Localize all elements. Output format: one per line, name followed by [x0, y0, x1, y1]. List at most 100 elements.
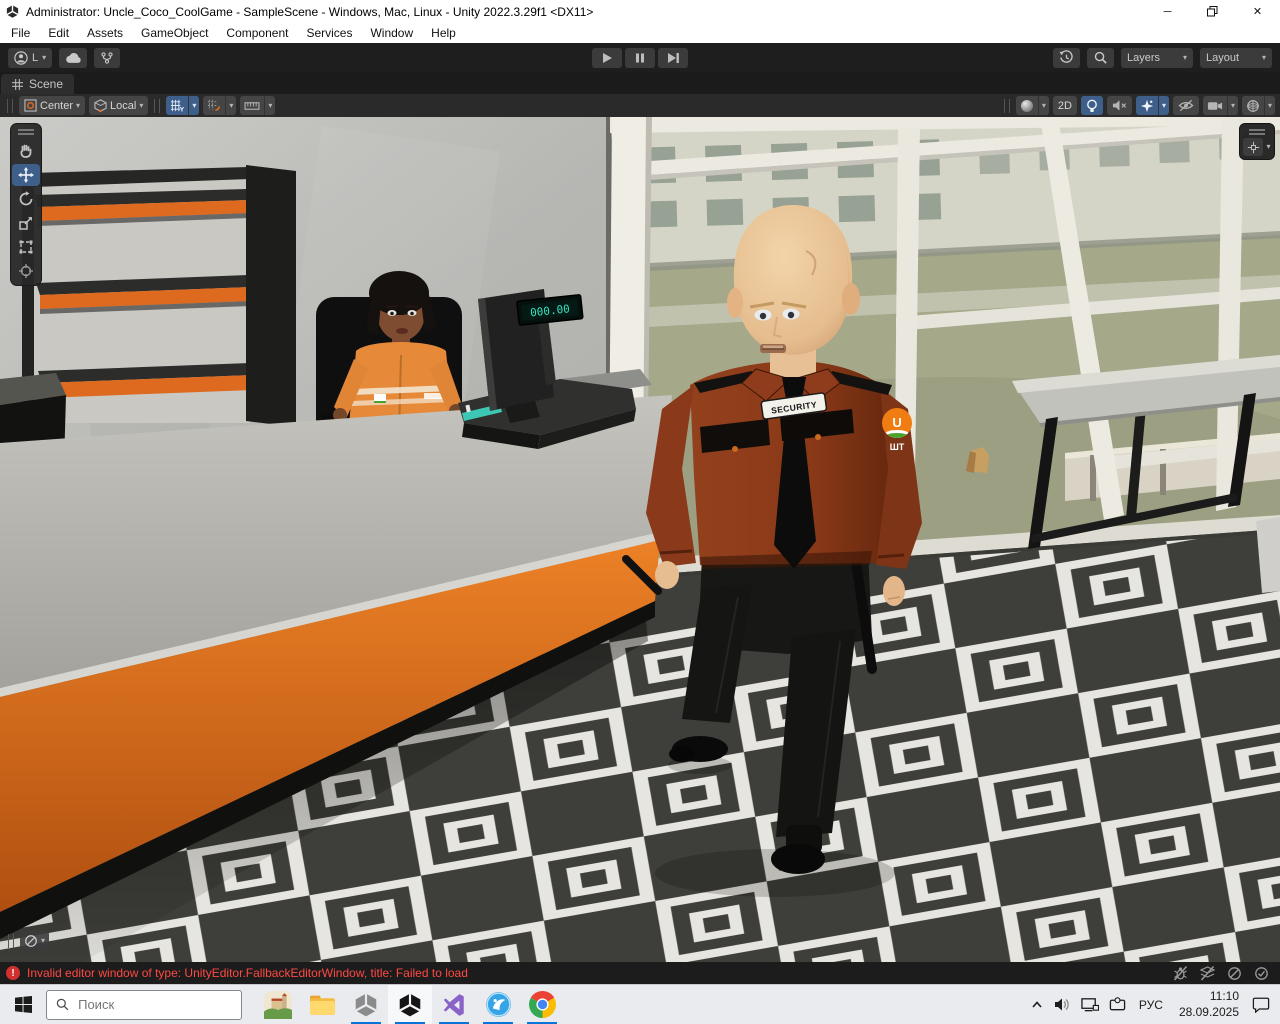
effects-menu[interactable]: ▾: [1157, 96, 1169, 115]
version-control-button[interactable]: [94, 47, 121, 68]
undo-history-button[interactable]: [1053, 47, 1080, 68]
2d-toggle-button[interactable]: 2D: [1052, 96, 1077, 115]
toolbar-grip[interactable]: [154, 98, 161, 113]
cache-disabled-icon[interactable]: [1199, 965, 1216, 982]
bottom-overlay: ▾: [6, 931, 50, 950]
chevron-down-icon[interactable]: ▾: [1266, 143, 1270, 151]
taskbar-search-box[interactable]: [46, 989, 242, 1020]
snap-increment-button[interactable]: [240, 96, 265, 115]
layers-dropdown[interactable]: Layers ▾: [1121, 47, 1193, 68]
debugger-disabled-icon[interactable]: [1172, 965, 1189, 982]
lighting-toggle-button[interactable]: [1080, 96, 1103, 115]
taskbar-unity-editor-icon[interactable]: [388, 984, 432, 1024]
close-button[interactable]: ✕: [1235, 0, 1280, 23]
menu-assets[interactable]: Assets: [78, 24, 132, 42]
camera-settings-button[interactable]: [1202, 96, 1227, 115]
tab-scene-label: Scene: [29, 77, 64, 91]
account-button[interactable]: L ▾: [8, 47, 53, 68]
speaker-icon: [1054, 998, 1069, 1011]
taskbar-browser-icon[interactable]: [476, 985, 520, 1024]
menu-services[interactable]: Services: [297, 24, 361, 42]
error-icon: !: [6, 966, 20, 980]
display-connect-icon: [1109, 997, 1126, 1011]
grid-visibility-control: Y ▾: [166, 96, 200, 115]
menu-help[interactable]: Help: [422, 24, 465, 42]
scene-viewport[interactable]: 000.00 SECURITY U ШТ: [0, 117, 1280, 962]
pause-button[interactable]: [625, 47, 655, 68]
gizmos-menu[interactable]: ▾: [1263, 96, 1275, 115]
console-error-message[interactable]: Invalid editor window of type: UnityEdit…: [27, 966, 468, 980]
layout-dropdown[interactable]: Layout ▾: [1200, 47, 1272, 68]
move-tool[interactable]: [12, 164, 40, 186]
patch-text: ШТ: [890, 442, 905, 452]
overlay-drag-handle[interactable]: [1249, 129, 1265, 135]
notification-center-button[interactable]: [1247, 996, 1275, 1013]
toolbar-grip[interactable]: [7, 98, 13, 113]
effects-control: ▾: [1135, 96, 1169, 115]
rotate-tool[interactable]: [12, 188, 40, 210]
menu-component[interactable]: Component: [217, 24, 297, 42]
cloud-button[interactable]: [59, 47, 88, 68]
grid-snap-menu[interactable]: ▾: [225, 96, 237, 115]
pivot-mode-dropdown[interactable]: Center ▾: [19, 96, 86, 115]
menu-edit[interactable]: Edit: [39, 24, 78, 42]
search-icon: [1094, 51, 1107, 64]
menu-file[interactable]: File: [2, 24, 39, 42]
taskbar-visual-studio-icon[interactable]: [432, 985, 476, 1024]
taskbar-unity-hub-icon[interactable]: [344, 985, 388, 1024]
tray-display-button[interactable]: [1104, 997, 1131, 1012]
menu-window[interactable]: Window: [361, 24, 422, 42]
overlay-drag-handle[interactable]: [18, 129, 34, 135]
rect-tool[interactable]: [12, 236, 40, 258]
effects-toggle-button[interactable]: [1135, 96, 1158, 115]
taskbar-game-app-icon[interactable]: [256, 985, 300, 1024]
camera-gizmo-button[interactable]: [1243, 138, 1264, 156]
cloud-icon: [66, 52, 81, 63]
progress-check-icon[interactable]: [1253, 965, 1270, 982]
taskbar-app-icons: [256, 984, 564, 1024]
language-indicator[interactable]: РУС: [1131, 998, 1171, 1012]
restore-button[interactable]: [1190, 0, 1235, 23]
shelf-unit[interactable]: [22, 165, 296, 427]
transform-tool[interactable]: [12, 260, 40, 282]
play-button[interactable]: [592, 47, 622, 68]
shading-mode-button[interactable]: [1015, 96, 1038, 115]
shading-mode-menu[interactable]: ▾: [1037, 96, 1049, 115]
hidden-objects-button[interactable]: [1172, 96, 1199, 115]
taskbar-chrome-icon[interactable]: [520, 985, 564, 1024]
menu-gameobject[interactable]: GameObject: [132, 24, 217, 42]
rotation-mode-dropdown[interactable]: Local ▾: [89, 96, 149, 115]
chevron-down-icon: ▾: [1261, 52, 1266, 62]
grid-visibility-menu[interactable]: ▾: [188, 96, 200, 115]
start-button[interactable]: [0, 985, 46, 1024]
unity-app-icon: [6, 5, 19, 18]
refresh-disabled-icon[interactable]: [1226, 965, 1243, 982]
tray-chevron-button[interactable]: [1025, 998, 1049, 1012]
gizmos-button[interactable]: [1241, 96, 1264, 115]
grid-snap-button[interactable]: [203, 96, 226, 115]
camera-settings-menu[interactable]: ▾: [1226, 96, 1238, 115]
grid-visibility-button[interactable]: Y: [166, 96, 189, 115]
scale-tool[interactable]: [12, 212, 40, 234]
pivot-label: Center: [40, 99, 74, 112]
toolbar-grip[interactable]: [1003, 98, 1010, 113]
notification-bubble-icon: [1252, 997, 1270, 1013]
tab-scene[interactable]: Scene: [1, 74, 75, 94]
visual-studio-icon: [443, 993, 464, 1016]
snap-increment-menu[interactable]: ▾: [264, 96, 276, 115]
step-button[interactable]: [658, 47, 688, 68]
view-hand-tool[interactable]: [12, 140, 40, 162]
tray-network-button[interactable]: [1076, 997, 1104, 1012]
chevron-down-icon: ▾: [1230, 100, 1235, 110]
scene-camera-button[interactable]: ▾: [20, 931, 50, 950]
search-input[interactable]: [78, 997, 232, 1012]
search-button[interactable]: [1087, 47, 1114, 68]
dock-tab-strip: Scene: [0, 72, 1280, 94]
taskbar-file-explorer-icon[interactable]: [300, 985, 344, 1024]
pivot-icon: [24, 99, 37, 112]
overlay-drag-handle[interactable]: [8, 933, 14, 948]
clock[interactable]: 11:10 28.09.2025: [1171, 989, 1247, 1020]
tray-volume-button[interactable]: [1049, 997, 1076, 1012]
audio-toggle-button[interactable]: [1106, 96, 1132, 115]
minimize-button[interactable]: ─: [1145, 0, 1190, 23]
